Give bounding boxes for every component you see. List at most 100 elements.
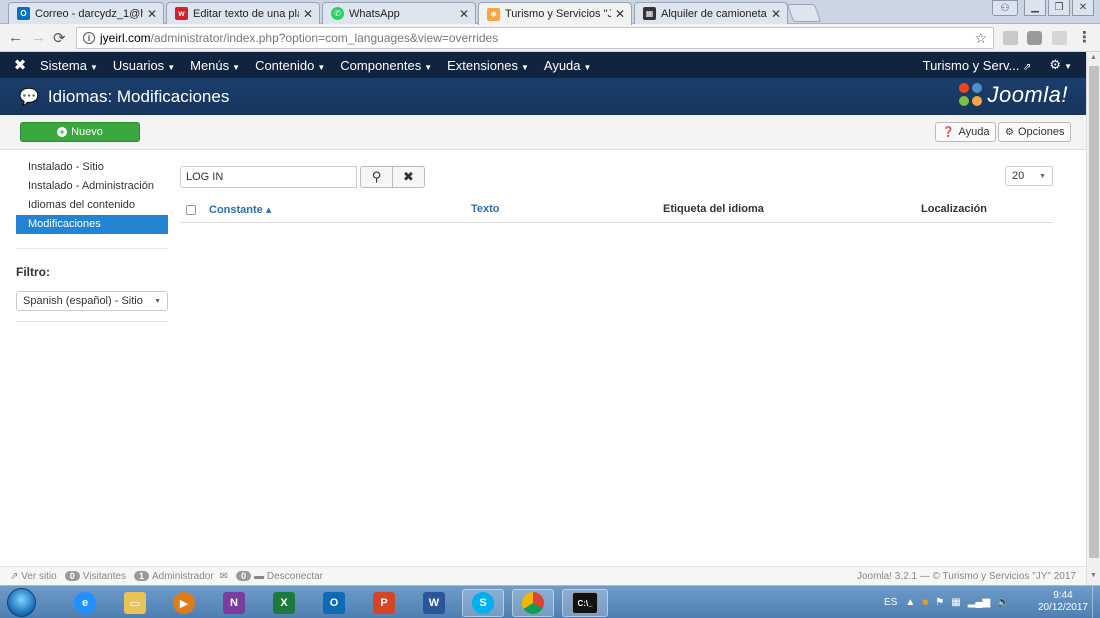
close-icon[interactable]: ✕ — [303, 7, 313, 21]
office-tray-icon[interactable]: ■ — [922, 597, 928, 608]
menu-extensiones[interactable]: Extensiones ▼ — [447, 58, 529, 73]
external-link-icon: ⇗ — [1023, 61, 1032, 73]
help-button[interactable]: ❓ Ayuda — [935, 122, 997, 142]
info-icon[interactable]: i — [83, 32, 95, 44]
view-site-link[interactable]: ⇗ Ver sitio — [10, 571, 57, 582]
options-button[interactable]: ⚙ Opciones — [998, 122, 1072, 142]
tray-expand-icon[interactable]: ▲ — [905, 597, 915, 608]
camera-icon[interactable] — [1027, 31, 1042, 45]
taskbar-chrome[interactable] — [512, 589, 554, 617]
search-input[interactable] — [180, 166, 357, 188]
sidebar-item-modificaciones[interactable]: Modificaciones — [16, 215, 168, 234]
caret-down-icon: ▼ — [167, 62, 176, 72]
browser-tab-editar[interactable]: w Editar texto de una plant ✕ — [166, 2, 320, 24]
browser-tab-correo[interactable]: O Correo - darcydz_1@hot ✕ — [8, 2, 164, 24]
tab-title: Correo - darcydz_1@hot — [35, 7, 143, 20]
joomla-brand: Joomla! — [959, 82, 1068, 108]
admin-badge: 1 — [133, 571, 149, 581]
column-texto[interactable]: Texto — [471, 203, 500, 215]
caret-down-icon: ▼ — [424, 62, 433, 72]
powerpoint-icon: P — [373, 592, 395, 614]
url-input[interactable]: i jyeirl.com/administrator/index.php?opt… — [76, 27, 994, 49]
taskbar-cmd[interactable]: C:\_ — [562, 589, 608, 617]
browser-tab-whatsapp[interactable]: ✆ WhatsApp ✕ — [322, 2, 476, 24]
show-desktop-button[interactable] — [1092, 586, 1100, 618]
logout-link[interactable]: ▬ Desconectar — [254, 571, 323, 582]
minus-icon: ▬ — [254, 570, 265, 582]
messages-badge[interactable]: 0 — [236, 571, 252, 581]
close-icon[interactable]: ✕ — [147, 7, 157, 21]
onenote-icon: N — [223, 592, 245, 614]
site-icon: ▦ — [643, 7, 656, 20]
sidebar-item-idiomas-contenido[interactable]: Idiomas del contenido — [16, 196, 168, 215]
column-etiqueta: Etiqueta del idioma — [663, 203, 764, 215]
menu-usuarios[interactable]: Usuarios ▼ — [113, 58, 175, 73]
joomla-logo-icon[interactable]: ✖ — [0, 56, 40, 74]
taskbar-excel[interactable]: X — [263, 589, 305, 617]
clear-search-button[interactable]: ✖ — [392, 166, 425, 188]
menu-sistema[interactable]: Sistema ▼ — [40, 58, 98, 73]
taskbar-skype[interactable]: S — [462, 589, 504, 617]
extension-icon[interactable] — [1003, 31, 1018, 45]
sidebar: Instalado - Sitio Instalado - Administra… — [16, 158, 168, 322]
site-link[interactable]: Turismo y Serv... ⇗ — [923, 58, 1032, 73]
back-icon[interactable]: ← — [8, 29, 23, 46]
browser-menu-icon[interactable]: ⋮ — [1077, 28, 1092, 46]
close-icon[interactable]: ✕ — [459, 7, 469, 21]
language-filter-select[interactable]: Spanish (español) - Sitio ▼ — [16, 291, 168, 311]
browser-tab-alquiler[interactable]: ▦ Alquiler de camionetas e ✕ — [634, 2, 788, 24]
search-button[interactable]: ⚲ — [360, 166, 393, 188]
scroll-down-icon[interactable]: ▼ — [1090, 572, 1097, 579]
reload-icon[interactable]: ⟳ — [53, 29, 66, 47]
close-icon[interactable]: ✕ — [615, 7, 625, 21]
envelope-icon: ✉ — [219, 570, 229, 582]
network-icon[interactable]: ▦ — [951, 597, 960, 608]
new-tab-button[interactable] — [786, 4, 822, 22]
bookmark-star-icon[interactable]: ☆ — [974, 30, 987, 47]
forward-icon[interactable]: → — [31, 29, 46, 46]
url-path: /administrator/index.php?option=com_lang… — [150, 31, 499, 45]
taskbar-internet-explorer[interactable]: e — [64, 589, 106, 617]
flag-icon[interactable]: ⚑ — [935, 597, 944, 608]
outlook-icon: O — [323, 592, 345, 614]
pdf-icon[interactable] — [1052, 31, 1067, 45]
menu-componentes[interactable]: Componentes ▼ — [340, 58, 432, 73]
taskbar-media-player[interactable]: ▶ — [163, 589, 205, 617]
sidebar-item-instalado-admin[interactable]: Instalado - Administración — [16, 177, 168, 196]
scroll-thumb[interactable] — [1089, 66, 1099, 558]
sidebar-item-instalado-sitio[interactable]: Instalado - Sitio — [16, 158, 168, 177]
new-button[interactable]: + Nuevo — [20, 122, 140, 142]
menu-ayuda[interactable]: Ayuda ▼ — [544, 58, 592, 73]
taskbar-powerpoint[interactable]: P — [363, 589, 405, 617]
navbar-right: Turismo y Serv... ⇗ ⚙ ▼ — [923, 57, 1072, 73]
menu-contenido[interactable]: Contenido ▼ — [255, 58, 325, 73]
joomla-icon: ✱ — [487, 7, 500, 21]
page-scrollbar[interactable]: ▲ ▼ — [1086, 52, 1100, 585]
select-all-checkbox[interactable] — [186, 205, 196, 215]
taskbar-word[interactable]: W — [413, 589, 455, 617]
close-icon[interactable]: ✕ — [771, 7, 781, 21]
caret-down-icon: ▼ — [154, 297, 161, 305]
user-gear-icon[interactable]: ⚙ ▼ — [1049, 57, 1072, 73]
taskbar-outlook[interactable]: O — [313, 589, 355, 617]
browser-tab-turismo[interactable]: ✱ Turismo y Servicios "JY" ✕ — [478, 2, 632, 25]
user-icon[interactable]: ⚇ — [992, 0, 1018, 16]
column-constante[interactable]: Constante ▴ — [209, 203, 271, 216]
list-limit-select[interactable]: 20 ▼ — [1005, 166, 1053, 186]
language-indicator[interactable]: ES — [884, 597, 897, 608]
minimize-button[interactable]: ▁ — [1024, 0, 1046, 16]
taskbar-explorer[interactable]: ▭ — [114, 589, 156, 617]
close-window-button[interactable]: ✕ — [1072, 0, 1094, 16]
tab-title: Turismo y Servicios "JY" — [505, 8, 611, 20]
start-button[interactable] — [7, 588, 36, 617]
admin-navbar: ✖ Sistema ▼ Usuarios ▼ Menús ▼ Contenido ▼ C… — [0, 52, 1086, 78]
address-bar: ← → ⟳ i jyeirl.com/administrator/index.p… — [0, 24, 1100, 52]
scroll-up-icon[interactable]: ▲ — [1090, 54, 1097, 61]
signal-icon[interactable]: ▂▄▆ — [968, 597, 990, 608]
menu-menus[interactable]: Menús ▼ — [190, 58, 240, 73]
taskbar-clock[interactable]: 9:44 20/12/2017 — [1038, 590, 1088, 614]
taskbar-onenote[interactable]: N — [213, 589, 255, 617]
restore-button[interactable]: ❐ — [1048, 0, 1070, 16]
volume-icon[interactable]: 🔈 — [997, 597, 1009, 608]
excel-icon: X — [273, 592, 295, 614]
